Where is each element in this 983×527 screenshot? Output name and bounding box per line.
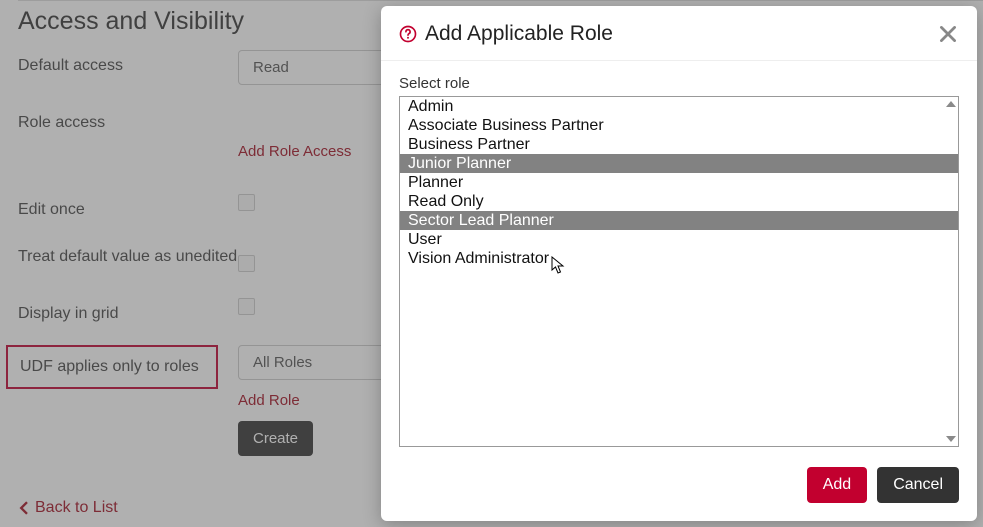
modal-header: Add Applicable Role <box>381 6 977 61</box>
role-option[interactable]: Vision Administrator <box>400 249 958 268</box>
role-option[interactable]: Junior Planner <box>400 154 958 173</box>
role-option[interactable]: Associate Business Partner <box>400 116 958 135</box>
add-button[interactable]: Add <box>807 467 867 503</box>
modal-title: Add Applicable Role <box>425 22 937 46</box>
cancel-button[interactable]: Cancel <box>877 467 959 503</box>
role-option[interactable]: Admin <box>400 97 958 116</box>
close-icon[interactable] <box>937 23 959 45</box>
modal-footer: Add Cancel <box>381 459 977 521</box>
role-option[interactable]: Sector Lead Planner <box>400 211 958 230</box>
add-role-modal: Add Applicable Role Select role AdminAss… <box>381 6 977 521</box>
role-option[interactable]: User <box>400 230 958 249</box>
scroll-down-icon <box>946 436 956 442</box>
role-option[interactable]: Planner <box>400 173 958 192</box>
select-role-label: Select role <box>399 75 959 92</box>
role-listbox[interactable]: AdminAssociate Business PartnerBusiness … <box>399 96 959 447</box>
scroll-up-icon <box>946 101 956 107</box>
role-option[interactable]: Business Partner <box>400 135 958 154</box>
modal-body: Select role AdminAssociate Business Part… <box>381 61 977 459</box>
role-option[interactable]: Read Only <box>400 192 958 211</box>
help-icon[interactable] <box>399 25 417 43</box>
